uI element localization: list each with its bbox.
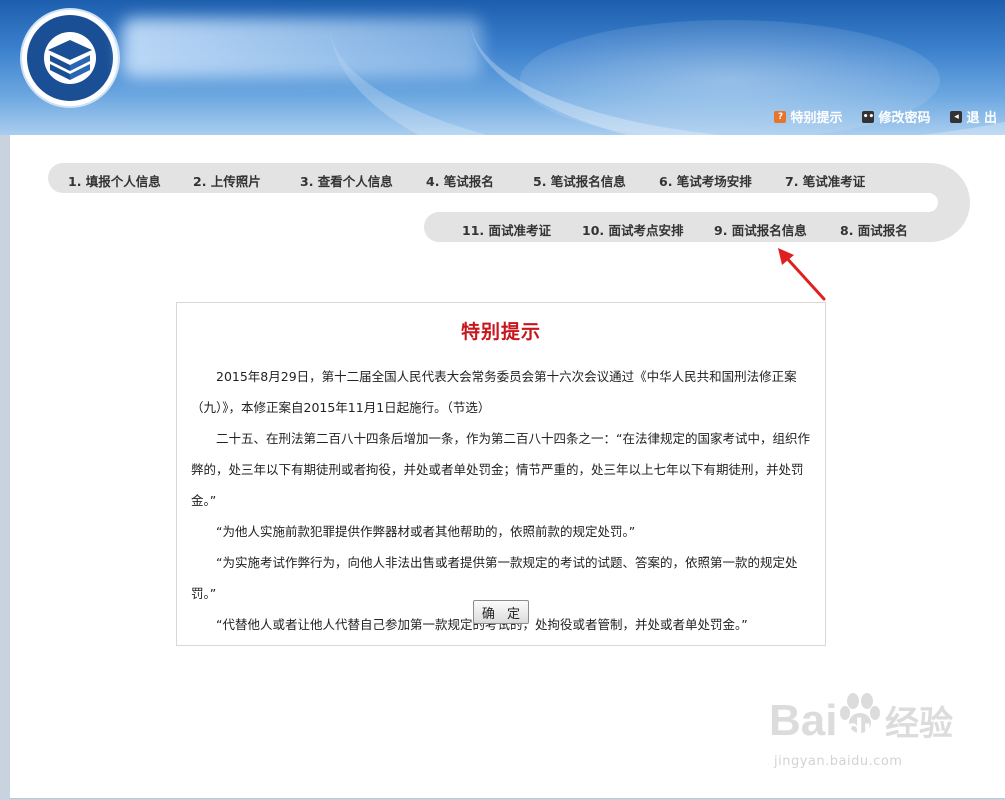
special-notice-panel: 特别提示 2015年8月29日，第十二届全国人民代表大会常务委员会第十六次会议通… <box>176 302 826 646</box>
step-interview-registration[interactable]: 8. 面试报名 <box>840 220 908 239</box>
step-interview-venue-arrangement[interactable]: 10. 面试考点安排 <box>582 220 684 239</box>
step-written-exam-arrangement[interactable]: 6. 笔试考场安排 <box>659 171 752 190</box>
notice-icon: ? <box>774 110 787 123</box>
site-header: ? 特别提示 •• 修改密码 ◂ 退 出 <box>0 0 1005 135</box>
site-title-blurred <box>122 18 482 78</box>
special-notice-label: 特别提示 <box>790 111 843 126</box>
step-written-registration[interactable]: 4. 笔试报名 <box>426 171 494 190</box>
watermark-cn: 经验 <box>885 704 953 744</box>
step-view-personal-info[interactable]: 3. 查看个人信息 <box>300 171 393 190</box>
special-notice-link[interactable]: ? 特别提示 <box>774 107 842 126</box>
step-written-registration-info[interactable]: 5. 笔试报名信息 <box>533 171 626 190</box>
step-fill-personal-info[interactable]: 1. 填报个人信息 <box>68 171 161 190</box>
exit-icon: ◂ <box>950 110 963 123</box>
change-password-label: 修改密码 <box>878 111 931 126</box>
notice-body: 2015年8月29日，第十二届全国人民代表大会常务委员会第十六次会议通过《中华人… <box>191 361 811 640</box>
step-interview-admission-ticket[interactable]: 11. 面试准考证 <box>462 220 551 239</box>
notice-paragraph: 2015年8月29日，第十二届全国人民代表大会常务委员会第十六次会议通过《中华人… <box>191 369 797 415</box>
password-icon: •• <box>862 110 875 123</box>
notice-title: 特别提示 <box>460 321 541 343</box>
step-written-admission-ticket[interactable]: 7. 笔试准考证 <box>785 171 865 190</box>
exam-logo <box>22 10 118 106</box>
logout-label: 退 出 <box>966 111 997 126</box>
notice-paragraph: 二十五、在刑法第二百八十四条后增加一条，作为第二百八十四条之一：“在法律规定的国… <box>191 431 810 508</box>
watermark-brand-du: du <box>845 713 882 746</box>
confirm-button[interactable]: 确 定 <box>473 600 529 624</box>
step-interview-registration-info[interactable]: 9. 面试报名信息 <box>714 220 807 239</box>
logout-link[interactable]: ◂ 退 出 <box>950 107 997 126</box>
top-links: ? 特别提示 •• 修改密码 ◂ 退 出 <box>774 107 997 126</box>
notice-paragraph: “为他人实施前款犯罪提供作弊器材或者其他帮助的，依照前款的规定处罚。” <box>216 524 636 539</box>
watermark-brand: Bai <box>769 696 837 745</box>
change-password-link[interactable]: •• 修改密码 <box>862 107 930 126</box>
baidu-jingyan-watermark: Bai du 经验 <box>769 693 953 746</box>
book-stack-icon <box>48 40 92 80</box>
watermark-url: jingyan.baidu.com <box>774 754 903 769</box>
red-arrow-annotation <box>778 248 826 301</box>
step-upload-photo[interactable]: 2. 上传照片 <box>193 171 261 190</box>
